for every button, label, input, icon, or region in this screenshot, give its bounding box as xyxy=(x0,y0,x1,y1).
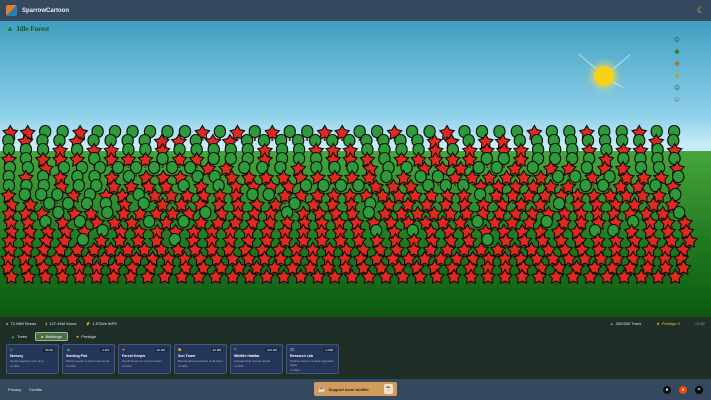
gatherer-icon[interactable]: ♣ xyxy=(672,59,682,69)
building-cost: 42.8M xyxy=(210,348,223,352)
building-owned: x1.00/s xyxy=(10,364,20,368)
building-cost: 210.4M xyxy=(264,348,279,352)
scene-title: ▲ Idle Forest xyxy=(6,24,49,33)
building-desc: Studies trees to unlock upgrades faster xyxy=(290,359,334,367)
scene-title-text: Idle Forest xyxy=(16,24,50,33)
tree-icon: ▲ xyxy=(6,24,14,33)
control-panel: ● 72.09M Seeds ▮ 127.94M Wood ⚡ 1.97M/s WPS… xyxy=(0,317,711,379)
building-desc: Tends forest so it grows faster xyxy=(122,359,162,363)
x-icon[interactable]: ✕ xyxy=(695,385,703,394)
prestige-stat: ★ Prestige 0 xyxy=(656,321,680,326)
worker-list: ☺ ♣ ♣ ● ☺ ☺ xyxy=(672,35,682,105)
mug-icon: ☕ xyxy=(384,384,393,394)
building-owned: x1.01/s xyxy=(122,364,132,368)
lumberjack-icon[interactable]: ☺ xyxy=(672,35,682,45)
github-icon[interactable]: ● xyxy=(663,385,671,394)
building-name: Seeding Plot xyxy=(66,354,88,358)
scientist-icon[interactable]: ☺ xyxy=(672,95,682,105)
star-icon: ★ xyxy=(75,333,80,339)
social-links: ● ● ✕ xyxy=(663,385,703,394)
prestige-bonus: +1.97 xyxy=(694,321,705,326)
sun-icon xyxy=(594,66,614,86)
app-logo-icon xyxy=(6,5,17,16)
building-cards: ⌂ 35.0K Nursery Grows saplings over time… xyxy=(0,344,711,374)
seeds-stat: ● 72.09M Seeds xyxy=(6,321,37,326)
stats-bar: ● 72.09M Seeds ▮ 127.94M Wood ⚡ 1.97M/s WPS… xyxy=(0,317,711,330)
star-icon: ★ xyxy=(656,321,660,326)
sapling-icon[interactable]: ● xyxy=(672,71,682,81)
building-owned: x1.00/s xyxy=(290,368,300,372)
building-card-nursery[interactable]: ⌂ 35.0K Nursery Grows saplings over time… xyxy=(6,344,59,374)
building-cost: 35.0K xyxy=(43,348,55,352)
building-name: Research Lab xyxy=(290,354,313,358)
bolt-icon: ⚡ xyxy=(85,321,91,326)
forester-icon[interactable]: ♣ xyxy=(672,47,682,57)
building-name: Wildlife Habitat xyxy=(234,354,260,358)
tree-icon: ▲ xyxy=(11,333,15,339)
building-card-wildlife-habitat[interactable]: ≈ 210.4M Wildlife Habitat Animals help s… xyxy=(230,344,283,374)
privacy-link[interactable]: Privacy xyxy=(8,387,21,392)
building-icon: ■ xyxy=(41,333,44,339)
wps-stat: ⚡ 1.97M/s WPS xyxy=(85,321,117,326)
building-cost: 2.1M xyxy=(100,348,111,352)
building-desc: Grows saplings over time xyxy=(10,359,44,363)
support-label: Support local wildlife xyxy=(328,386,369,392)
top-bar: SparrowCartoon ☾ xyxy=(0,0,711,21)
tab-bar: ▲ Trees ■ Buildings ★ Prestige xyxy=(0,330,711,342)
building-cost: 1.06B xyxy=(323,348,335,352)
building-owned: x1.00/s xyxy=(234,364,244,368)
building-card-seeding-plot[interactable]: ▲ 2.1M Seeding Plot Plants seeds to yiel… xyxy=(62,344,115,374)
reddit-icon[interactable]: ● xyxy=(679,385,687,394)
wood-icon: ▮ xyxy=(45,321,48,326)
app-name: SparrowCartoon xyxy=(22,7,70,14)
building-card-forest-keeper[interactable]: ● 10.4M Forest Keeper Tends forest so it… xyxy=(118,344,171,374)
forest-scene[interactable]: ▲ Idle Forest ☺ ♣ ♣ ● ☺ ☺ xyxy=(0,21,711,317)
building-name: Forest Keeper xyxy=(122,354,146,358)
credits-link[interactable]: Credits xyxy=(29,387,42,392)
seed-icon: ● xyxy=(6,321,9,326)
trees-stat: ▲ 300/300 Trees xyxy=(609,321,642,326)
tab-buildings[interactable]: ■ Buildings xyxy=(35,331,68,341)
building-desc: Animals help spread seeds xyxy=(234,359,271,363)
forest-tree[interactable] xyxy=(479,268,497,286)
building-desc: Plants seeds to yield more wood xyxy=(66,359,110,363)
building-card-research-lab[interactable]: ⚖ 1.06B Research Lab Studies trees to un… xyxy=(286,344,339,374)
building-name: Sun Tower xyxy=(178,354,196,358)
tree-count-icon: ▲ xyxy=(609,321,614,326)
building-cost: 10.4M xyxy=(154,348,167,352)
wood-stat: ▮ 127.94M Wood xyxy=(45,321,77,326)
building-owned: x1.00/s xyxy=(178,364,188,368)
building-name: Nursery xyxy=(10,354,24,358)
building-owned: x1.01/s xyxy=(66,364,76,368)
tab-prestige[interactable]: ★ Prestige xyxy=(71,332,101,341)
moon-icon[interactable]: ☾ xyxy=(697,5,705,16)
footer: Privacy Credits ☕ Support local wildlife… xyxy=(0,379,711,400)
building-desc: Boosts photosynthesis of all trees xyxy=(178,359,223,363)
tab-trees[interactable]: ▲ Trees xyxy=(6,332,32,341)
ranger-icon[interactable]: ☺ xyxy=(672,83,682,93)
building-card-sun-tower[interactable]: ■ 42.8M Sun Tower Boosts photosynthesis … xyxy=(174,344,227,374)
support-button[interactable]: ☕ Support local wildlife ☕ xyxy=(314,382,397,396)
coffee-icon: ☕ xyxy=(318,386,326,393)
